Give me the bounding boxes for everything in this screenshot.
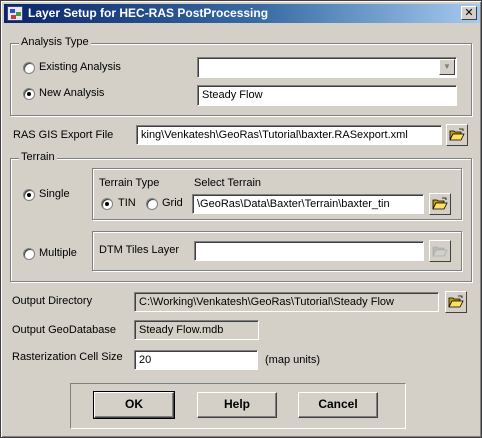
dtm-tiles-layer-input[interactable] — [194, 241, 424, 261]
terrain-multiple-label[interactable]: Multiple — [39, 247, 77, 259]
rasterization-cell-size-label: Rasterization Cell Size — [12, 351, 123, 363]
ras-gis-export-file-label: RAS GIS Export File — [13, 129, 114, 141]
close-button[interactable]: ✕ — [461, 6, 477, 20]
layer-setup-dialog: Layer Setup for HEC-RAS PostProcessing ✕… — [0, 0, 482, 438]
existing-analysis-label[interactable]: Existing Analysis — [39, 61, 121, 73]
output-directory-label: Output Directory — [12, 295, 93, 307]
open-folder-icon — [449, 128, 465, 141]
open-folder-icon — [432, 197, 448, 210]
dtm-tiles-browse-button[interactable] — [429, 240, 451, 262]
terrain-type-grid-radio[interactable] — [146, 198, 158, 210]
existing-analysis-combo[interactable]: ▼ — [197, 57, 457, 78]
export-file-browse-button[interactable] — [446, 124, 468, 146]
ras-gis-export-file-input[interactable]: king\Venkatesh\GeoRas\Tutorial\baxter.RA… — [136, 125, 442, 145]
terrain-browse-button[interactable] — [429, 193, 451, 215]
rasterization-cell-size-input[interactable]: 20 — [134, 350, 258, 370]
dtm-tiles-layer-label: DTM Tiles Layer — [99, 244, 180, 256]
app-icon — [7, 6, 23, 21]
select-terrain-input[interactable]: \GeoRas\Data\Baxter\Terrain\baxter_tin — [192, 194, 424, 214]
open-folder-icon — [448, 295, 464, 308]
close-icon: ✕ — [464, 7, 474, 19]
output-directory-browse-button[interactable] — [445, 291, 467, 313]
output-geodatabase-label: Output GeoDatabase — [12, 324, 116, 336]
analysis-type-group-title: Analysis Type — [19, 36, 91, 48]
new-analysis-radio[interactable] — [23, 88, 35, 100]
new-analysis-label[interactable]: New Analysis — [39, 87, 104, 99]
terrain-single-radio[interactable] — [23, 189, 35, 201]
dropdown-arrow-icon[interactable]: ▼ — [439, 59, 455, 75]
terrain-group-title: Terrain — [19, 151, 57, 163]
cancel-button[interactable]: Cancel — [298, 392, 378, 418]
new-analysis-name-input[interactable]: Steady Flow — [197, 85, 457, 106]
terrain-multiple-radio[interactable] — [23, 248, 35, 260]
output-directory-field: C:\Working\Venkatesh\GeoRas\Tutorial\Ste… — [134, 292, 439, 312]
terrain-single-label[interactable]: Single — [39, 188, 70, 200]
output-geodatabase-field: Steady Flow.mdb — [134, 320, 259, 340]
title-bar[interactable]: Layer Setup for HEC-RAS PostProcessing ✕ — [4, 4, 480, 23]
terrain-type-tin-label[interactable]: TIN — [118, 197, 136, 209]
terrain-type-grid-label[interactable]: Grid — [162, 197, 183, 209]
help-button[interactable]: Help — [197, 392, 277, 418]
open-folder-icon — [432, 246, 448, 257]
map-units-label: (map units) — [265, 354, 321, 366]
window-title: Layer Setup for HEC-RAS PostProcessing — [28, 6, 269, 20]
select-terrain-label: Select Terrain — [194, 177, 262, 189]
terrain-type-tin-radio[interactable] — [101, 198, 113, 210]
existing-analysis-radio[interactable] — [23, 62, 35, 74]
terrain-type-label: Terrain Type — [99, 177, 160, 189]
ok-button[interactable]: OK — [93, 391, 175, 419]
